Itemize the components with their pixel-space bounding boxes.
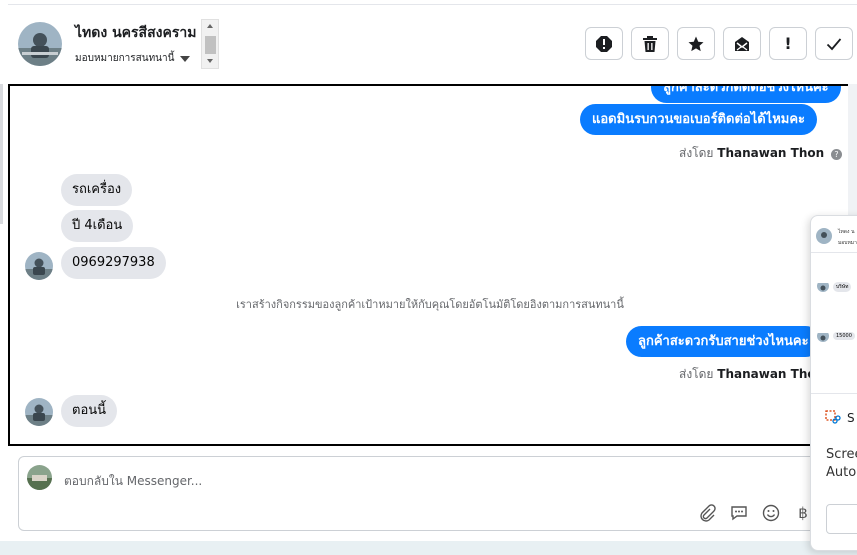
sent-by-label: ส่งโดย Thanawan Thon ? (679, 144, 842, 163)
saved-reply-icon[interactable] (729, 503, 749, 523)
notification-button[interactable] (826, 504, 857, 534)
thumbnail-avatar (817, 280, 829, 292)
page-avatar (27, 465, 52, 490)
emoji-icon[interactable] (761, 503, 781, 523)
bottom-strip (0, 541, 857, 555)
scroll-thumb[interactable] (205, 36, 216, 54)
thumbnail-avatar (816, 228, 832, 244)
notification-text: Scree Auto (826, 446, 857, 482)
message-thread[interactable]: ลูกค้าสะดวกติดต่อช่วงไหนคะ แอดมินรบกวนขอ… (8, 84, 857, 446)
outgoing-message[interactable]: ลูกค้าสะดวกรับสายช่วงไหนคะ (626, 326, 821, 357)
incoming-message[interactable]: 0969297938 (61, 247, 166, 279)
star-button[interactable] (677, 27, 715, 60)
screenshot-popup[interactable]: ไทดง น มอบหมา บริษัท 15000 S Scree Auto (810, 215, 857, 551)
notification-line: Auto (826, 465, 857, 480)
chevron-down-icon (180, 55, 191, 62)
divider (811, 252, 857, 253)
reply-box[interactable]: ตอบกลับใน Messenger... ฿ (18, 456, 848, 531)
attachment-icon[interactable] (697, 503, 717, 523)
mark-unread-button[interactable] (723, 27, 761, 60)
sent-by-label: ส่งโดย Thanawan Thon (679, 365, 824, 384)
outgoing-message[interactable]: แอดมินรบกวนขอเบอร์ติดต่อได้ไหมคะ (580, 104, 818, 135)
thumbnail-assign: มอบหมา (838, 240, 857, 246)
divider (8, 4, 857, 5)
sent-by-prefix: ส่งโดย (679, 146, 714, 160)
thumbnail-message: 15000 (833, 332, 855, 340)
contact-avatar[interactable] (18, 22, 62, 66)
thumbnail-message: บริษัท (833, 282, 852, 292)
help-icon[interactable]: ? (831, 149, 842, 160)
header-scrollbar[interactable] (201, 19, 219, 69)
incoming-message[interactable]: รถเครื่อง (61, 174, 133, 206)
contact-avatar (25, 252, 53, 280)
sent-by-name[interactable]: Thanawan Thon (717, 367, 824, 381)
sent-by-name[interactable]: Thanawan Thon (717, 146, 824, 160)
scroll-up-icon[interactable] (207, 24, 213, 28)
incoming-message[interactable]: ตอนนี้ (61, 395, 118, 427)
snipping-tool-label: S (847, 411, 855, 425)
left-panel-edge (0, 84, 3, 224)
contact-name[interactable]: ไทดง นครสีสงคราม (75, 22, 196, 44)
snipping-tool-row: S (825, 410, 855, 426)
reply-input[interactable]: ตอบกลับใน Messenger... (64, 472, 202, 491)
conversation-header: ไทดง นครสีสงคราม มอบหมายการสนทนานี้ ! (0, 0, 857, 84)
exclamation-icon: ! (784, 34, 792, 53)
incoming-message[interactable]: ปี 4เดือน (61, 210, 134, 242)
check-icon (826, 37, 842, 50)
inbox-page: ไทดง นครสีสงคราม มอบหมายการสนทนานี้ ! ลู… (0, 0, 857, 555)
sent-by-prefix: ส่งโดย (679, 367, 714, 381)
system-note: เราสร้างกิจกรรมของลูกค้าเป้าหมายให้กับคุ… (236, 298, 624, 311)
outgoing-message[interactable]: ลูกค้าสะดวกติดต่อช่วงไหนคะ (651, 86, 841, 103)
snipping-tool-icon (825, 410, 841, 424)
action-toolbar: ! (585, 27, 853, 60)
delete-button[interactable] (631, 27, 669, 60)
notification-line: Scree (826, 447, 857, 462)
reply-toolbar: ฿ (697, 503, 813, 523)
spam-icon (596, 35, 612, 52)
mark-unread-icon (735, 36, 749, 51)
thumbnail-name: ไทดง น (838, 229, 855, 235)
contact-avatar (25, 398, 53, 426)
follow-up-button[interactable]: ! (769, 27, 807, 60)
trash-icon (643, 35, 657, 52)
mark-done-button[interactable] (815, 27, 853, 60)
thumbnail-avatar (817, 330, 829, 342)
assign-dropdown[interactable]: มอบหมายการสนทนานี้ (75, 51, 191, 66)
star-icon (688, 36, 704, 51)
screenshot-thumbnail[interactable]: ไทดง น มอบหมา บริษัท 15000 (811, 216, 857, 394)
spam-button[interactable] (585, 27, 623, 60)
scroll-down-icon[interactable] (207, 59, 213, 63)
assign-label: มอบหมายการสนทนานี้ (75, 53, 175, 64)
